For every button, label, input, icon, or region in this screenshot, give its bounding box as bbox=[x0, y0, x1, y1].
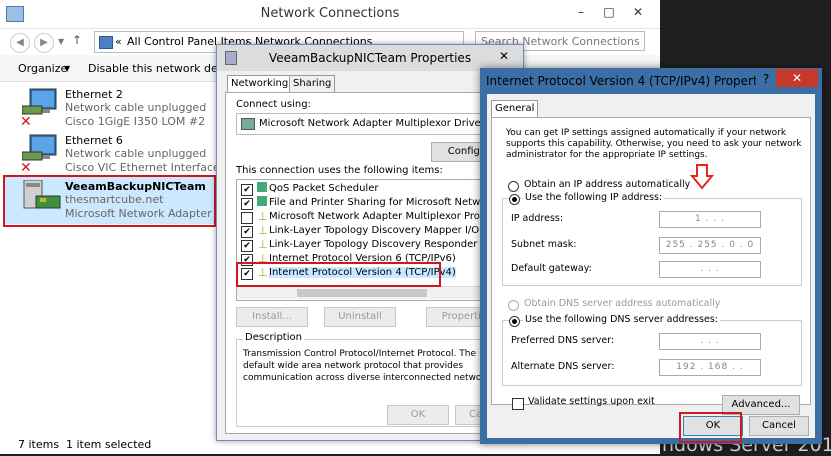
use-static-dns-radio[interactable] bbox=[509, 316, 520, 327]
components-scrollbar[interactable] bbox=[237, 286, 507, 299]
service-icon bbox=[257, 182, 267, 192]
default-gateway-field[interactable]: . . . bbox=[659, 261, 761, 278]
item-name: VeeamBackupNICTeam bbox=[65, 180, 206, 193]
alternate-dns-field[interactable]: 192 . 168 . . bbox=[659, 359, 761, 376]
subnet-mask-label: Subnet mask: bbox=[511, 239, 577, 250]
forward-arrow-icon[interactable]: ▶ bbox=[34, 33, 54, 53]
organize-menu[interactable]: Organize bbox=[18, 62, 67, 75]
control-panel-icon bbox=[99, 36, 113, 49]
properties-close-button[interactable]: ✕ bbox=[499, 49, 509, 63]
item-status: Network cable unplugged bbox=[65, 101, 207, 114]
tab-sharing[interactable]: Sharing bbox=[289, 75, 336, 93]
ipv4-title: Internet Protocol Version 4 (TCP/IPv4) P… bbox=[486, 74, 775, 88]
component-label: Link-Layer Topology Discovery Responder bbox=[269, 239, 478, 250]
disconnected-x-icon: ✕ bbox=[20, 114, 32, 130]
ipv4-close-button[interactable]: ✕ bbox=[776, 69, 818, 87]
alternate-dns-label: Alternate DNS server: bbox=[511, 361, 615, 372]
tab-networking[interactable]: Networking bbox=[227, 75, 293, 92]
item-status: thesmartcube.net bbox=[65, 193, 164, 206]
recent-dropdown-icon[interactable]: ▼ bbox=[58, 37, 64, 46]
down-arrow-annotation-icon bbox=[689, 164, 715, 193]
list-item-veeambackupnicteam[interactable]: VeeamBackupNICTeam thesmartcube.net Micr… bbox=[10, 178, 253, 222]
validate-label: Validate settings upon exit bbox=[528, 396, 655, 407]
properties-ok-button[interactable]: OK bbox=[387, 405, 449, 425]
status-item-count: 7 items bbox=[18, 438, 60, 451]
adapter-name: Microsoft Network Adapter Multiplexor Dr… bbox=[259, 118, 485, 129]
explorer-titlebar: Network Connections – □ ✕ bbox=[0, 0, 660, 29]
preferred-dns-field[interactable]: . . . bbox=[659, 333, 761, 350]
tab-general[interactable]: General bbox=[491, 100, 539, 117]
components-label: This connection uses the following items… bbox=[236, 165, 443, 176]
properties-tabs: Networking Sharing Connect using: Micros… bbox=[225, 75, 517, 435]
component-label: Microsoft Network Adapter Multiplexor Pr… bbox=[269, 211, 505, 222]
service-icon bbox=[257, 196, 267, 206]
properties-titlebar: VeeamBackupNICTeam Properties ✕ bbox=[217, 45, 523, 71]
highlight-box-ipv4-item bbox=[236, 262, 441, 287]
preferred-dns-label: Preferred DNS server: bbox=[511, 335, 615, 346]
up-arrow-icon[interactable]: ↑ bbox=[72, 33, 82, 47]
intro-text: You can get IP settings assigned automat… bbox=[506, 128, 802, 160]
adapter-icon bbox=[241, 118, 255, 130]
close-button[interactable]: ✕ bbox=[623, 2, 653, 22]
connect-using-label: Connect using: bbox=[236, 99, 311, 110]
explorer-title: Network Connections bbox=[260, 6, 400, 21]
component-checkbox[interactable]: ✔ bbox=[241, 184, 253, 196]
protocol-icon: ⊥ bbox=[258, 224, 268, 237]
obtain-dns-auto-label: Obtain DNS server address automatically bbox=[524, 298, 721, 309]
obtain-ip-auto-radio[interactable] bbox=[508, 181, 519, 192]
component-label: Link-Layer Topology Discovery Mapper I/O… bbox=[269, 225, 514, 236]
breadcrumb-overflow[interactable]: « bbox=[115, 32, 122, 52]
use-static-dns-label: Use the following DNS server addresses: bbox=[523, 314, 720, 325]
disconnected-x-icon: ✕ bbox=[20, 160, 32, 176]
use-static-ip-radio[interactable] bbox=[509, 194, 520, 205]
highlight-box-ok bbox=[679, 412, 742, 443]
ip-address-label: IP address: bbox=[511, 213, 564, 224]
install-button[interactable]: Install... bbox=[236, 307, 308, 327]
maximize-button[interactable]: □ bbox=[595, 2, 623, 22]
list-item-ethernet-2[interactable]: ✕ Ethernet 2 Network cable unplugged Cis… bbox=[10, 86, 215, 130]
description-text: Transmission Control Protocol/Internet P… bbox=[243, 349, 498, 383]
item-adapter: Cisco 1GigE I350 LOM #2 bbox=[65, 115, 206, 128]
component-label: File and Printer Sharing for Microsoft N… bbox=[269, 197, 502, 208]
organize-dropdown-icon[interactable]: ▼ bbox=[64, 64, 70, 73]
ip-address-field[interactable]: 1 . . . bbox=[659, 211, 761, 228]
uninstall-button[interactable]: Uninstall bbox=[324, 307, 396, 327]
protocol-icon: ⊥ bbox=[258, 238, 268, 251]
item-name: Ethernet 6 bbox=[65, 134, 123, 147]
component-checkbox[interactable]: ✔ bbox=[241, 226, 253, 238]
minimize-button[interactable]: – bbox=[567, 2, 595, 22]
component-checkbox[interactable]: ✔ bbox=[241, 198, 253, 210]
item-status: Network cable unplugged bbox=[65, 147, 207, 160]
scrollbar-thumb[interactable] bbox=[297, 289, 427, 297]
static-dns-group: Use the following DNS server addresses: … bbox=[502, 314, 802, 386]
ipv4-properties-dialog: Internet Protocol Version 4 (TCP/IPv4) P… bbox=[480, 68, 822, 444]
description-label: Description bbox=[243, 332, 304, 343]
obtain-ip-auto-label: Obtain an IP address automatically bbox=[524, 179, 691, 190]
ipv4-dialog-body: General You can get IP settings assigned… bbox=[487, 94, 815, 438]
protocol-icon: ⊥ bbox=[258, 210, 268, 223]
nic-team-icon bbox=[22, 179, 61, 210]
validate-checkbox[interactable] bbox=[512, 398, 524, 410]
component-checkbox[interactable]: ✔ bbox=[241, 240, 253, 252]
item-adapter: Cisco VIC Ethernet Interface #2 bbox=[65, 161, 240, 174]
status-selected-count: 1 item selected bbox=[66, 438, 152, 451]
default-gateway-label: Default gateway: bbox=[511, 263, 592, 274]
properties-title: VeeamBackupNICTeam Properties bbox=[268, 51, 472, 65]
obtain-dns-auto-radio[interactable] bbox=[508, 300, 519, 311]
static-ip-group: Use the following IP address: IP address… bbox=[502, 192, 802, 286]
general-tab-panel: You can get IP settings assigned automat… bbox=[491, 117, 811, 415]
component-label: QoS Packet Scheduler bbox=[269, 183, 379, 194]
adapter-field: Microsoft Network Adapter Multiplexor Dr… bbox=[236, 113, 508, 135]
adapter-properties-dialog: VeeamBackupNICTeam Properties ✕ Networki… bbox=[216, 44, 524, 441]
list-item-ethernet-6[interactable]: ✕ Ethernet 6 Network cable unplugged Cis… bbox=[10, 132, 240, 176]
use-static-ip-label: Use the following IP address: bbox=[523, 192, 665, 203]
component-checkbox[interactable] bbox=[241, 212, 253, 224]
subnet-mask-field[interactable]: 255 . 255 . 0 . 0 bbox=[659, 237, 761, 254]
back-arrow-icon[interactable]: ◀ bbox=[10, 33, 30, 53]
help-button[interactable]: ? bbox=[756, 70, 776, 88]
item-name: Ethernet 2 bbox=[65, 88, 123, 101]
ipv4-cancel-button[interactable]: Cancel bbox=[749, 416, 809, 436]
